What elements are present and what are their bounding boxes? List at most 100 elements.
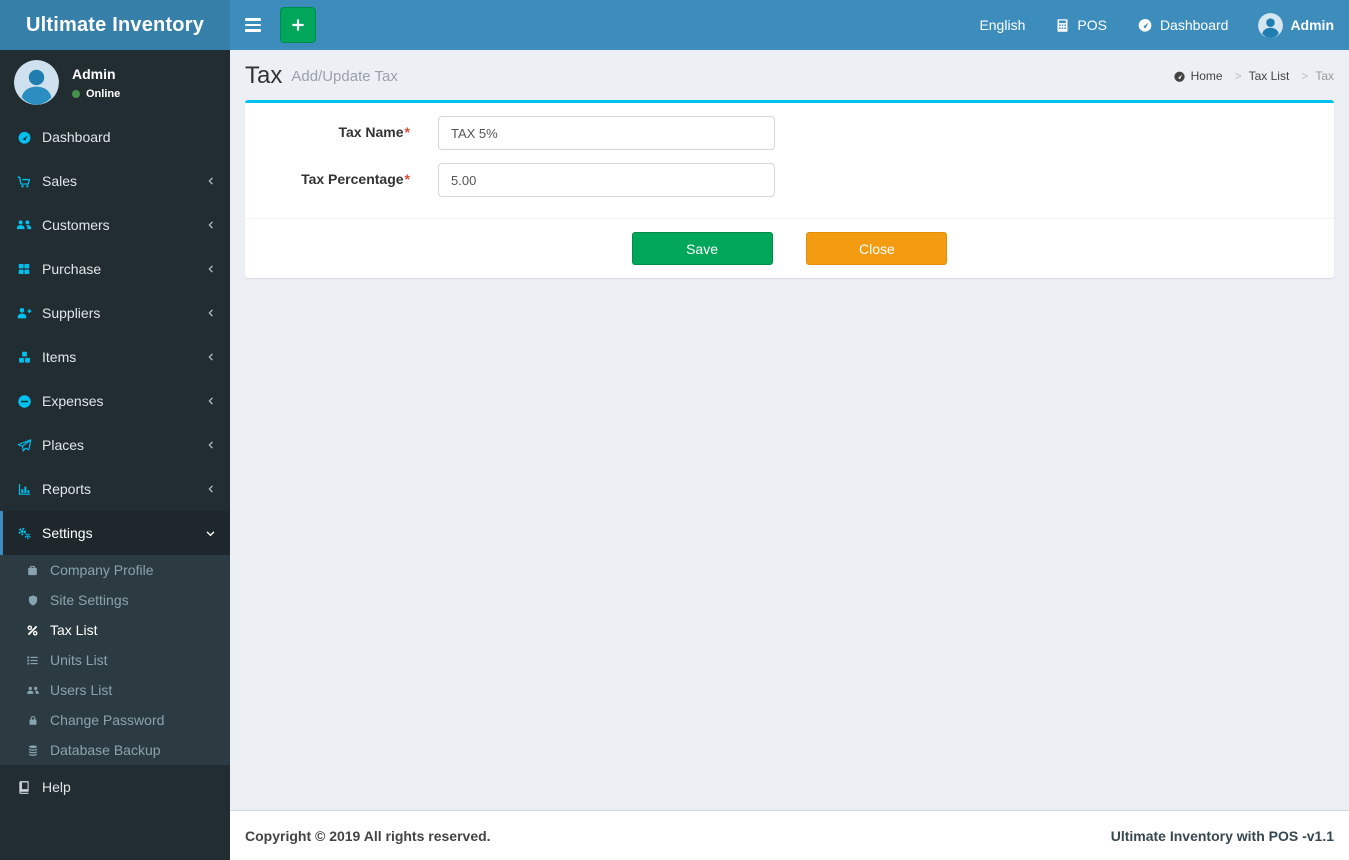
lock-icon	[24, 714, 41, 727]
chevron-left-icon	[206, 308, 216, 318]
top-navbar: English POS Dashboard Admin	[230, 0, 1349, 50]
percent-icon	[24, 624, 41, 637]
tax-name-label: Tax Name*	[338, 124, 410, 140]
chevron-left-icon	[206, 396, 216, 406]
tax-name-input[interactable]	[438, 116, 775, 150]
chevron-left-icon	[206, 352, 216, 362]
book-icon	[15, 780, 33, 794]
page-footer: Copyright © 2019 All rights reserved. Ul…	[230, 810, 1349, 860]
form-actions: Save Close	[245, 218, 1334, 278]
sidebar-item-customers[interactable]: Customers	[0, 203, 230, 247]
sidebar: Admin Online Dashboard Sales Customers P…	[0, 50, 230, 860]
required-asterisk: *	[404, 124, 410, 140]
sidebar-item-suppliers[interactable]: Suppliers	[0, 291, 230, 335]
shield-icon	[24, 594, 41, 607]
pos-label: POS	[1077, 17, 1107, 33]
language-menu[interactable]: English	[964, 0, 1040, 50]
home-dashboard-icon	[1173, 70, 1186, 83]
cubes-icon	[15, 350, 33, 365]
sidebar-item-items[interactable]: Items	[0, 335, 230, 379]
version-text: Ultimate Inventory with POS -v1.1	[1110, 827, 1334, 844]
tachometer-icon	[1137, 17, 1153, 33]
tax-percentage-input[interactable]	[438, 163, 775, 197]
user-avatar	[14, 60, 59, 105]
chevron-left-icon	[206, 440, 216, 450]
submenu-item-database-backup[interactable]: Database Backup	[0, 735, 230, 765]
save-button[interactable]: Save	[631, 232, 773, 265]
sidebar-toggle-button[interactable]	[230, 0, 276, 50]
chevron-left-icon	[206, 484, 216, 494]
main-header: Ultimate Inventory English POS Dashboard…	[0, 0, 1349, 50]
sidebar-menu: Dashboard Sales Customers Purchase Suppl…	[0, 115, 230, 555]
page-subtitle: Add/Update Tax	[291, 67, 398, 85]
chevron-left-icon	[206, 264, 216, 274]
plus-icon	[290, 17, 306, 33]
grid-icon	[15, 262, 33, 276]
top-nav-right: English POS Dashboard Admin	[964, 0, 1349, 50]
required-asterisk: *	[404, 171, 410, 187]
sidebar-item-dashboard[interactable]: Dashboard	[0, 115, 230, 159]
submenu-item-tax-list[interactable]: Tax List	[0, 615, 230, 645]
content-header: Tax Add/Update Tax Home Tax List Tax	[230, 50, 1349, 100]
tachometer-icon	[15, 130, 33, 145]
pos-link[interactable]: POS	[1040, 0, 1122, 50]
breadcrumb-current: Tax	[1315, 69, 1334, 83]
quick-add-button[interactable]	[280, 7, 316, 43]
tax-form: Tax Name* Tax Percentage*	[245, 103, 1334, 218]
content-area: Tax Add/Update Tax Home Tax List Tax	[230, 50, 1349, 810]
users-icon	[24, 684, 41, 697]
submenu-item-units-list[interactable]: Units List	[0, 645, 230, 675]
submenu-item-company-profile[interactable]: Company Profile	[0, 555, 230, 585]
hamburger-icon	[245, 18, 261, 21]
sidebar-item-reports[interactable]: Reports	[0, 467, 230, 511]
dashboard-link[interactable]: Dashboard	[1122, 0, 1244, 50]
chevron-down-icon	[205, 528, 216, 539]
user-plus-icon	[15, 305, 33, 321]
sidebar-user-panel: Admin Online	[0, 50, 230, 115]
minus-circle-icon	[15, 394, 33, 409]
breadcrumb: Home Tax List Tax	[1173, 69, 1334, 83]
sidebar-item-settings[interactable]: Settings	[0, 511, 230, 555]
close-button[interactable]: Close	[806, 232, 948, 265]
breadcrumb-home[interactable]: Home	[1173, 69, 1249, 83]
language-label: English	[979, 17, 1026, 33]
submenu-item-site-settings[interactable]: Site Settings	[0, 585, 230, 615]
sidebar-item-help[interactable]: Help	[0, 765, 230, 809]
tax-percentage-label: Tax Percentage*	[301, 171, 410, 187]
sidebar-user-name: Admin	[72, 65, 116, 82]
sidebar-item-expenses[interactable]: Expenses	[0, 379, 230, 423]
settings-submenu: Company Profile Site Settings Tax List U…	[0, 555, 230, 765]
sidebar-item-purchase[interactable]: Purchase	[0, 247, 230, 291]
submenu-item-change-password[interactable]: Change Password	[0, 705, 230, 735]
sidebar-item-places[interactable]: Places	[0, 423, 230, 467]
submenu-item-users-list[interactable]: Users List	[0, 675, 230, 705]
chevron-left-icon	[206, 220, 216, 230]
paper-plane-icon	[15, 438, 33, 453]
calculator-icon	[1055, 18, 1070, 33]
cart-icon	[15, 174, 33, 189]
app-window: Ultimate Inventory English POS Dashboard…	[0, 0, 1349, 860]
sidebar-item-sales[interactable]: Sales	[0, 159, 230, 203]
list-icon	[24, 654, 41, 667]
user-name-label: Admin	[1290, 17, 1334, 33]
online-status-label: Online	[86, 87, 121, 100]
tax-form-panel: Tax Name* Tax Percentage* Save	[245, 100, 1334, 278]
chevron-left-icon	[206, 176, 216, 186]
form-row-tax-name: Tax Name*	[260, 116, 1319, 150]
online-status-icon	[72, 89, 80, 98]
database-icon	[24, 744, 41, 757]
user-menu[interactable]: Admin	[1243, 0, 1349, 50]
bar-chart-icon	[15, 482, 33, 497]
users-icon	[15, 217, 33, 233]
sidebar-menu-bottom: Help	[0, 765, 230, 809]
user-avatar	[1258, 12, 1284, 38]
brand-logo[interactable]: Ultimate Inventory	[0, 0, 230, 50]
copyright-text: Copyright © 2019 All rights reserved.	[245, 827, 491, 844]
breadcrumb-tax-list[interactable]: Tax List	[1249, 69, 1316, 83]
user-status: Online	[72, 88, 120, 100]
dashboard-label: Dashboard	[1159, 17, 1229, 33]
briefcase-icon	[24, 564, 41, 577]
gears-icon	[15, 525, 33, 541]
page-title: Tax	[245, 62, 283, 89]
form-row-tax-percentage: Tax Percentage*	[260, 163, 1319, 197]
